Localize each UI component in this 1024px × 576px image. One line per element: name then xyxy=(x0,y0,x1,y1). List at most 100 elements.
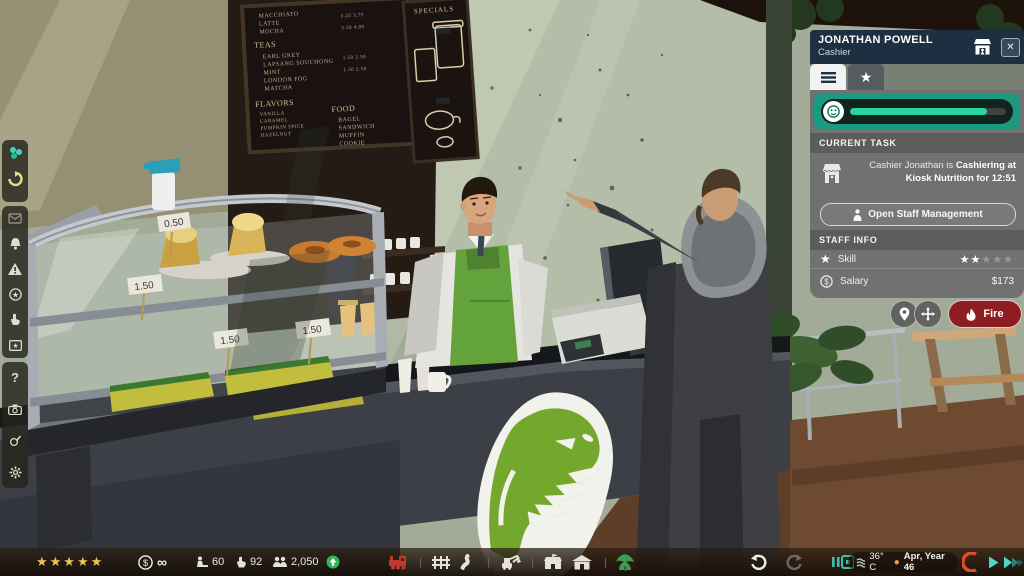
crescent-icon xyxy=(962,552,982,572)
skill-row: ★ Skill ★★★★★ xyxy=(810,250,1024,269)
star-icon: ★ xyxy=(860,69,873,86)
money-value: ∞ xyxy=(157,554,167,570)
sidebar-group-bottom: ? xyxy=(2,362,28,488)
house-icon xyxy=(572,555,592,570)
close-icon[interactable]: ✕ xyxy=(1001,38,1020,57)
tool-nature[interactable] xyxy=(615,548,635,576)
money-coin-icon: $ xyxy=(138,555,153,570)
bell-icon[interactable] xyxy=(2,231,28,256)
weather-date-pill[interactable]: 36° C ● Apr, Year 46 xyxy=(848,552,958,572)
undo-button[interactable] xyxy=(750,548,767,576)
up-arrow-icon xyxy=(326,555,340,569)
tool-scenery-buildings[interactable] xyxy=(572,548,592,576)
fast-forward-button[interactable] xyxy=(1004,548,1024,576)
skill-star-icon: ★ xyxy=(820,252,831,266)
salary-label: Salary xyxy=(840,276,868,287)
hamburger-icon xyxy=(821,72,836,83)
excavator-icon xyxy=(500,554,522,570)
tree-icon xyxy=(615,554,635,571)
money-display[interactable]: $ ∞ xyxy=(138,548,167,576)
date-value: Apr, Year 46 xyxy=(904,551,950,573)
redo-icon xyxy=(786,554,803,570)
salary-value: $173 xyxy=(992,276,1014,287)
svg-text:★: ★ xyxy=(12,342,18,350)
weather-icon xyxy=(856,557,865,568)
salary-row: $ Salary $173 xyxy=(810,270,1024,292)
toolbar-divider: | xyxy=(487,548,490,576)
fence-icon xyxy=(432,555,450,570)
warning-icon[interactable] xyxy=(2,257,28,282)
cycle-icon[interactable] xyxy=(2,166,28,192)
staff-panel-body: CURRENT TASK Cashier Jonathan is Cashier… xyxy=(810,90,1024,298)
current-task-header: CURRENT TASK xyxy=(810,133,1024,153)
staff-panel-actions: Fire xyxy=(810,300,1024,328)
sidebar-group-top xyxy=(2,140,28,202)
fast-forward-icon xyxy=(1004,556,1024,569)
play-icon xyxy=(988,556,999,569)
svg-text:$: $ xyxy=(143,558,148,568)
stat-hand[interactable]: 92 xyxy=(236,548,262,576)
staff-stat-icon xyxy=(196,556,209,568)
camera-icon[interactable] xyxy=(2,396,28,422)
species-icon[interactable] xyxy=(2,140,28,166)
star-badge-icon[interactable]: ★ xyxy=(2,282,28,307)
current-task-text: Cashier Jonathan is Cashiering at Kiosk … xyxy=(848,159,1016,185)
svg-text:MINT: MINT xyxy=(263,70,281,77)
stat-staff[interactable]: 60 xyxy=(196,548,224,576)
time-of-day-indicator[interactable] xyxy=(962,548,982,576)
undo-icon xyxy=(750,554,767,570)
svg-text:★: ★ xyxy=(11,291,18,300)
happiness-bar xyxy=(821,99,1013,124)
fire-button[interactable]: Fire xyxy=(948,300,1022,328)
staff-info-header: STAFF INFO xyxy=(810,230,1024,250)
current-task-row: Cashier Jonathan is Cashiering at Kiosk … xyxy=(810,153,1024,199)
svg-text:$: $ xyxy=(824,277,829,286)
tool-paths[interactable] xyxy=(459,548,473,576)
svg-text:FOOD: FOOD xyxy=(331,104,355,114)
staff-panel-tabs: ★ xyxy=(810,64,1024,90)
photo-icon[interactable]: ★ xyxy=(2,333,28,358)
salary-coin-icon: $ xyxy=(820,275,833,288)
tool-terrain[interactable] xyxy=(500,548,522,576)
tab-favorite[interactable]: ★ xyxy=(848,64,884,90)
tool-rides[interactable] xyxy=(388,548,410,576)
location-pin-icon xyxy=(899,307,910,321)
path-icon xyxy=(459,554,473,570)
settings-gear-icon[interactable] xyxy=(2,459,28,485)
smiley-icon xyxy=(823,101,844,122)
tool-barriers[interactable] xyxy=(432,548,450,576)
skill-label: Skill xyxy=(838,254,856,265)
temperature-value: 36° C xyxy=(869,551,889,573)
svg-text:BAGEL: BAGEL xyxy=(338,116,361,123)
sidebar-group-middle: ★ ★ xyxy=(2,206,28,358)
tab-overview[interactable] xyxy=(810,64,846,90)
svg-text:LATTE: LATTE xyxy=(259,21,280,28)
open-staff-management-button[interactable]: Open Staff Management xyxy=(820,203,1016,226)
staff-panel: JONATHAN POWELL Cashier ✕ ★ CURRENT TASK xyxy=(810,30,1024,298)
flame-icon xyxy=(966,308,976,321)
svg-text:TEAS: TEAS xyxy=(254,40,276,50)
kiosk-icon xyxy=(973,38,992,55)
move-icon xyxy=(921,307,935,321)
happiness-block xyxy=(814,93,1020,130)
task-kiosk-icon xyxy=(822,163,842,185)
move-button[interactable] xyxy=(914,300,942,328)
park-rating-stars: ★★★★★ xyxy=(36,548,104,576)
bottom-bar: ★★★★★ $ ∞ 60 92 2,050 | | | | xyxy=(0,548,1024,576)
stat-guests[interactable]: 2,050 xyxy=(272,548,319,576)
skill-stars-empty: ★★★ xyxy=(981,254,1014,266)
play-button[interactable] xyxy=(988,548,999,576)
toolbar-divider: | xyxy=(531,548,534,576)
tool-facilities[interactable] xyxy=(543,548,563,576)
facility-icon xyxy=(543,554,563,570)
rating-up-indicator xyxy=(326,548,340,576)
toolbar-divider: | xyxy=(419,548,422,576)
mail-icon[interactable] xyxy=(2,206,28,231)
specials-board: SPECIALS xyxy=(403,0,478,162)
redo-button[interactable] xyxy=(786,548,803,576)
hand-stat-icon xyxy=(236,556,247,568)
paint-icon[interactable] xyxy=(2,428,28,454)
toolbar-divider: | xyxy=(604,548,607,576)
cursor-hand-icon[interactable] xyxy=(2,307,28,332)
help-icon[interactable]: ? xyxy=(2,365,28,391)
